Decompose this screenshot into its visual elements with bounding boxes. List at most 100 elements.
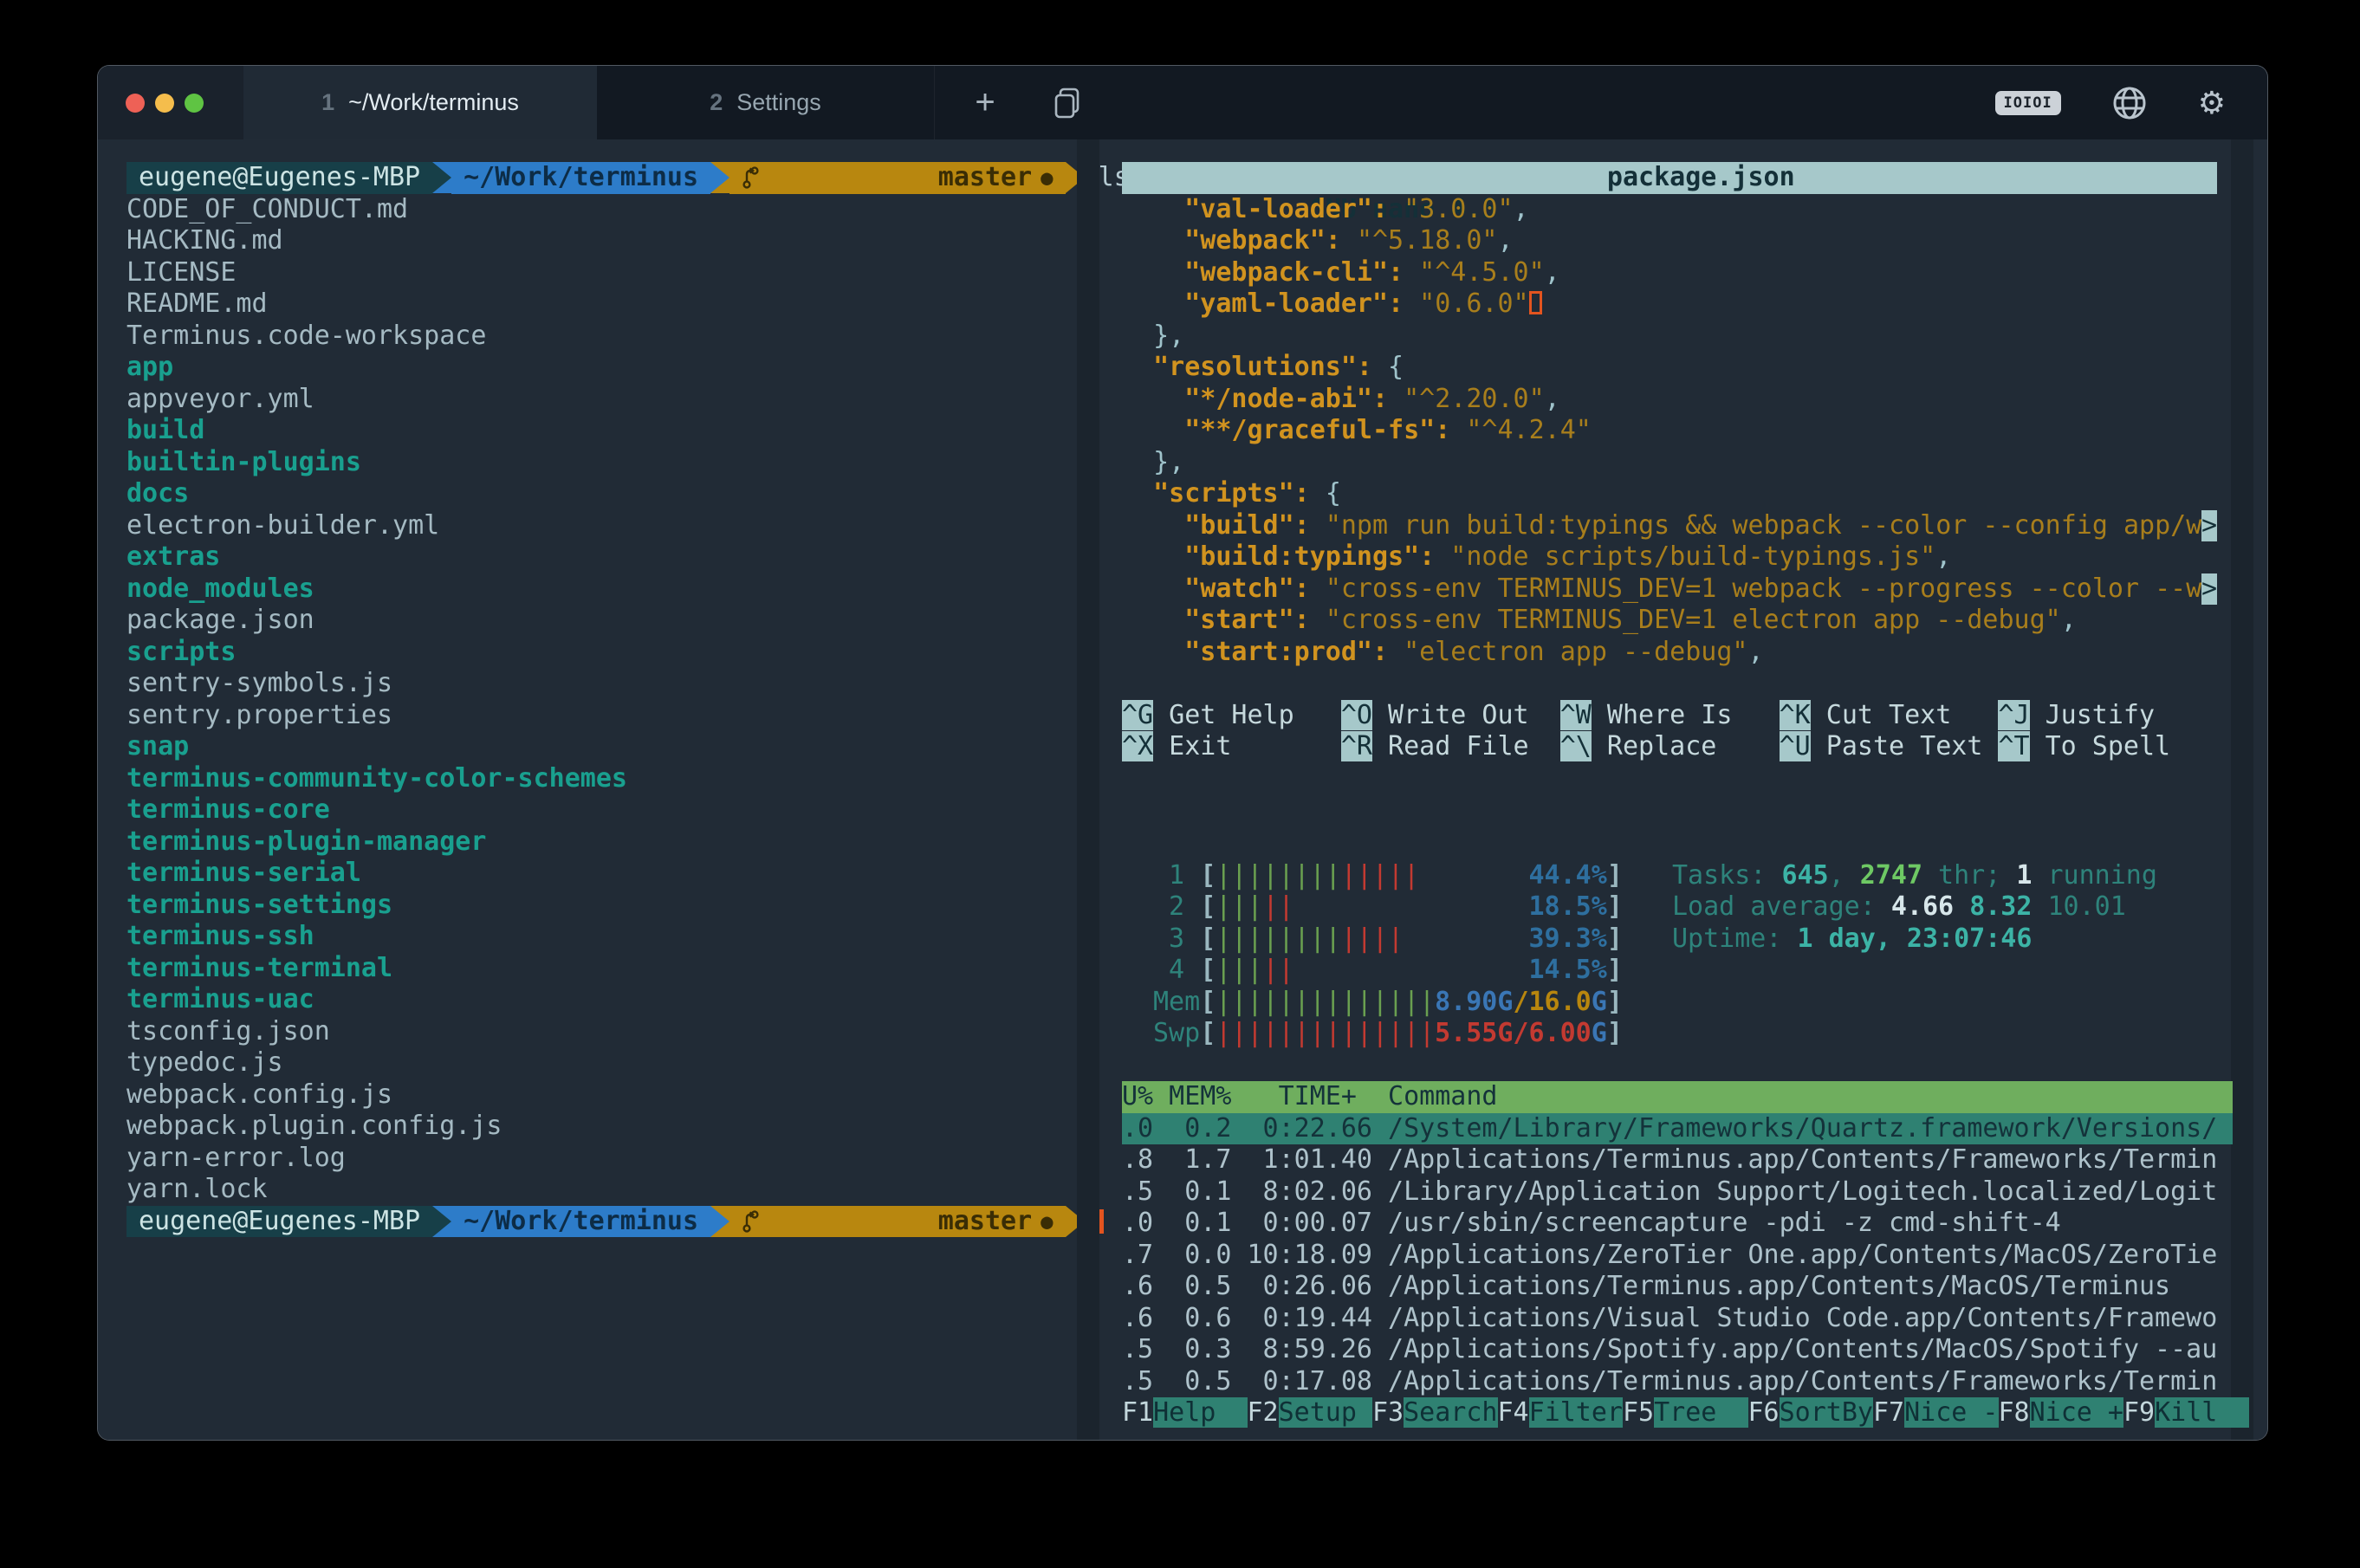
directory-entry: terminus-plugin-manager [126,826,1075,859]
close-window-button[interactable] [126,94,145,113]
nano-shortcut-bar: ^G Get Help^O Write Out^W Where Is^K Cut… [1122,700,2217,763]
process-row[interactable]: .5 0.5 0:17.08 /Applications/Terminus.ap… [1122,1366,2233,1398]
nano-shortcut[interactable]: ^W Where Is [1560,700,1780,732]
prompt-user-host: eugene@Eugenes-MBP [126,162,432,194]
powerline-separator [432,162,451,193]
nano-text-line: "*/node-abi": "^2.20.0", [1122,384,2217,416]
prompt-user-host: eugene@Eugenes-MBP [126,1206,432,1238]
nano-shortcut[interactable]: ^K Cut Text [1780,700,1999,732]
htop-fkey-f2[interactable]: F2Setup [1248,1397,1373,1429]
nano-shortcut-row: ^X Exit^R Read File^\ Replace^U Paste Te… [1122,731,2217,763]
file-entry: HACKING.md [126,225,1075,257]
process-row[interactable]: .8 1.7 1:01.40 /Applications/Terminus.ap… [1122,1144,2233,1176]
process-row-selected[interactable]: .0 0.2 0:22.66 /System/Library/Framework… [1122,1113,2233,1145]
htop-fkey-f6[interactable]: F6SortBy [1748,1397,1874,1429]
nano-text-line: "val-loader": "3.0.0", [1122,194,2217,226]
nano-text-line: "**/graceful-fs": "^4.2.4" [1122,415,2217,447]
pane-splitter[interactable] [1075,139,1110,1440]
right-terminal-pane[interactable]: GNU nano 4.5 package.json "val-loader": … [1110,139,2267,1440]
process-row[interactable]: .6 0.6 0:19.44 /Applications/Visual Stud… [1122,1303,2233,1335]
git-branch-name: master [938,162,1032,194]
nano-shortcut[interactable]: ^\ Replace [1560,731,1780,763]
file-entry: sentry.properties [126,700,1075,732]
nano-buffer[interactable]: "val-loader": "3.0.0", "webpack": "^5.18… [1122,194,2217,669]
nano-text-line: }, [1122,447,2217,479]
tab-index: 1 [321,89,334,116]
htop-function-key-bar: F1Help F2Setup F3SearchF4FilterF5Tree F6… [1122,1397,2233,1429]
directory-entry: terminus-ssh [126,921,1075,953]
git-branch-icon [742,102,930,253]
nano-shortcut[interactable]: ^T To Spell [1998,731,2170,763]
htop-meter: Swp[||||||||||||||5.55G/6.00G] [1122,1018,2233,1050]
file-entry: electron-builder.yml [126,510,1075,542]
directory-entry: terminus-terminal [126,953,1075,985]
htop-fkey-f4[interactable]: F4Filter [1498,1397,1624,1429]
nano-text-line: "webpack": "^5.18.0", [1122,225,2217,257]
nano-title-bar: GNU nano 4.5 package.json [1122,162,2217,194]
process-row[interactable]: .5 0.1 8:02.06 /Library/Application Supp… [1122,1176,2233,1208]
nano-shortcut[interactable]: ^J Justify [1998,700,2155,732]
directory-entry: terminus-community-color-schemes [126,763,1075,795]
terminus-app-window: 1 ~/Work/terminus 2 Settings + IOIOI [97,65,2268,1441]
nano-text-line: "webpack-cli": "^4.5.0", [1122,257,2217,289]
nano-line-continuation-marker: > [2201,510,2217,542]
nano-editor: GNU nano 4.5 package.json "val-loader": … [1122,162,2217,763]
process-row[interactable]: .7 0.0 10:18.09 /Applications/ZeroTier O… [1122,1240,2233,1272]
right-pane-scrollbar-track[interactable] [2231,139,2253,1440]
htop-meter: 4 [||||| 14.5%] [1122,955,2233,987]
nano-shortcut[interactable]: ^R Read File [1341,731,1560,763]
file-entry: yarn-error.log [126,1143,1075,1175]
htop-summary-line: Load average: 4.66 8.32 10.01 [1672,891,2157,923]
htop-fkey-f5[interactable]: F5Tree [1623,1397,1748,1429]
process-row[interactable]: .5 0.3 8:59.26 /Applications/Spotify.app… [1122,1334,2233,1366]
nano-shortcut-row: ^G Get Help^O Write Out^W Where Is^K Cut… [1122,700,2217,732]
settings-gear-icon[interactable]: ⚙ [2198,87,2226,119]
duplicate-tab-button[interactable] [1028,66,1106,139]
serial-port-icon[interactable]: IOIOI [1995,91,2061,115]
directory-entry: snap [126,731,1075,763]
directory-entry: terminus-core [126,794,1075,826]
minimize-window-button[interactable] [155,94,174,113]
nano-shortcut[interactable]: ^X Exit [1122,731,1341,763]
shell-prompt: eugene@Eugenes-MBP ~/Work/terminus maste… [126,162,1075,194]
process-row[interactable]: .6 0.5 0:26.06 /Applications/Terminus.ap… [1122,1271,2233,1303]
file-entry: package.json [126,605,1075,637]
htop-fkey-f3[interactable]: F3Search [1372,1397,1498,1429]
new-tab-button[interactable]: + [942,66,1028,139]
nano-text-line: "yaml-loader": "0.6.0" [1122,288,2217,321]
left-pane-scrollbar-track[interactable] [1077,139,1099,1440]
htop-summary-line: Uptime: 1 day, 23:07:46 [1672,923,2157,956]
htop-fkey-f7[interactable]: F7Nice - [1873,1397,1999,1429]
directory-entry: terminus-settings [126,890,1075,922]
duplicate-icon [1053,87,1082,119]
nano-text-line: "build:typings": "node scripts/build-typ… [1122,541,2217,573]
titlebar-right-icons: IOIOI ⚙ [1995,66,2267,139]
process-table-header[interactable]: U% MEM% TIME+ Command [1122,1081,2233,1113]
nano-text-line: "scripts": { [1122,478,2217,510]
nano-text-line: "watch": "cross-env TERMINUS_DEV=1 webpa… [1122,573,2217,606]
shell-prompt: eugene@Eugenes-MBP ~/Work/terminus maste… [126,1206,1075,1238]
globe-icon[interactable] [2111,85,2148,121]
file-entry: tsconfig.json [126,1016,1075,1048]
file-entry: CODE_OF_CONDUCT.md [126,194,1075,226]
tab-index: 2 [710,89,723,116]
nano-shortcut[interactable]: ^G Get Help [1122,700,1341,732]
htop-summary-line: Tasks: 645, 2747 thr; 1 running [1672,860,2157,892]
nano-shortcut[interactable]: ^U Paste Text [1780,731,1999,763]
powerline-separator [710,162,729,193]
tab-work-terminus[interactable]: 1 ~/Work/terminus [243,66,597,139]
file-entry: webpack.plugin.config.js [126,1111,1075,1143]
titlebar-spacer [1106,66,1995,139]
ls-output: CODE_OF_CONDUCT.mdHACKING.mdLICENSEREADM… [126,194,1075,1206]
nano-text-line: "build": "npm run build:typings && webpa… [1122,510,2217,542]
process-row[interactable]: .0 0.1 0:00.07 /usr/sbin/screencapture -… [1122,1208,2233,1240]
zoom-window-button[interactable] [185,94,204,113]
htop-fkey-f9[interactable]: F9Kill [2123,1397,2249,1429]
directory-entry: scripts [126,637,1075,669]
file-entry: sentry-symbols.js [126,668,1075,700]
htop-fkey-f1[interactable]: F1Help [1122,1397,1248,1429]
htop-fkey-f8[interactable]: F8Nice + [1999,1397,2124,1429]
title-bar: 1 ~/Work/terminus 2 Settings + IOIOI [98,66,2267,139]
nano-shortcut[interactable]: ^O Write Out [1341,700,1560,732]
left-terminal-pane[interactable]: eugene@Eugenes-MBP ~/Work/terminus maste… [98,139,1075,1440]
